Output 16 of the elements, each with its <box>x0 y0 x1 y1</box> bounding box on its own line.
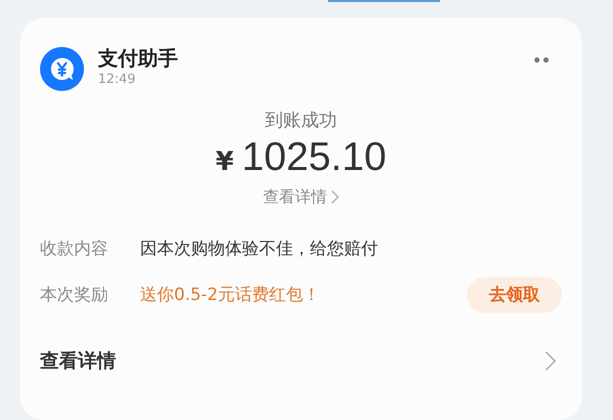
amount-value: 1025.10 <box>242 134 386 181</box>
status-text: 到账成功 <box>265 108 337 133</box>
reward-text: 送你0.5-2元话费红包！ <box>140 284 320 306</box>
yuan-bubble-icon <box>40 46 84 91</box>
chevron-right-icon <box>331 190 339 204</box>
notification-time: 12:49 <box>98 70 136 89</box>
claim-button[interactable]: 去领取 <box>467 276 562 313</box>
currency-symbol: ¥ <box>216 146 234 179</box>
more-icon[interactable] <box>534 56 550 63</box>
details-link[interactable]: 查看详情 <box>263 186 339 208</box>
row-label: 收款内容 <box>40 238 109 260</box>
view-details-row[interactable]: 查看详情 <box>40 348 562 374</box>
app-name: 支付助手 <box>98 44 178 71</box>
chevron-right-icon <box>545 350 556 371</box>
row-value: 因本次购物体验不佳，给您赔付 <box>140 238 378 260</box>
row-label: 本次奖励 <box>40 284 109 306</box>
